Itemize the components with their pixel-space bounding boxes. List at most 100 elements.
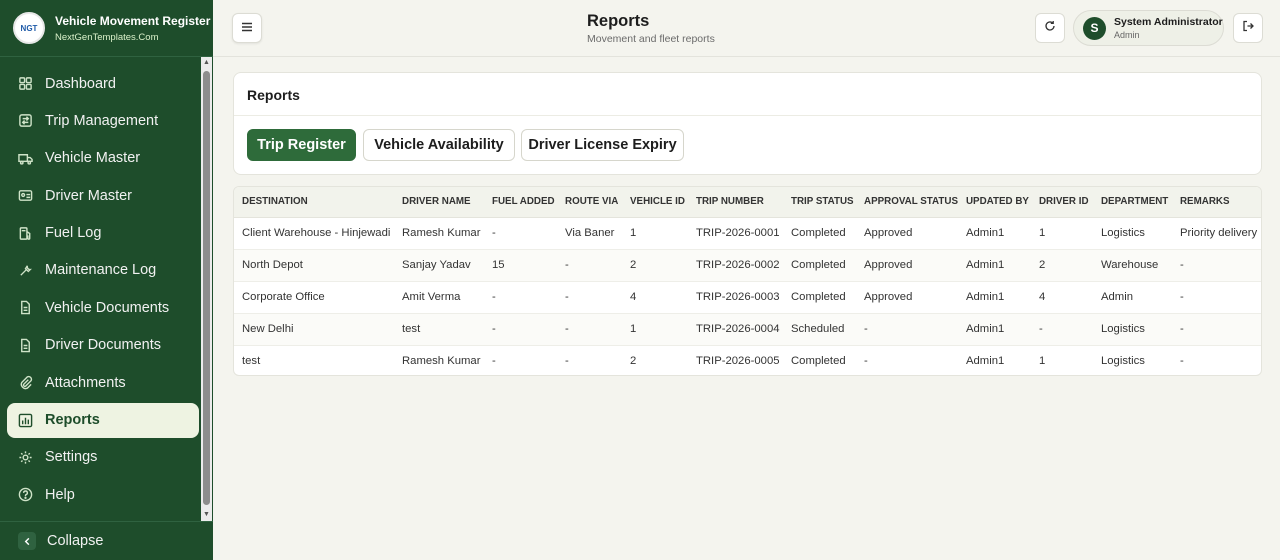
table-header-row: DESTINATION DRIVER NAME FUEL ADDED ROUTE VI… [234, 187, 1261, 218]
sidebar-item-attachments[interactable]: Attachments [7, 365, 199, 400]
scroll-down-arrow-icon[interactable]: ▼ [201, 509, 212, 521]
logout-button[interactable] [1233, 13, 1263, 43]
table-cell: 2 [1030, 249, 1093, 282]
sidebar-item-driver-master[interactable]: Driver Master [7, 178, 199, 213]
column-header[interactable]: TRIP STATUS [783, 187, 856, 218]
table-cell: 1 [1038, 355, 1046, 368]
table-row[interactable]: New Delhi test - -1 TRIP-2026-0004 Scheduled -… [234, 313, 1261, 346]
table-cell: 1 [622, 313, 688, 346]
sidebar-item-label: Reports [45, 412, 100, 429]
column-header[interactable]: UPDATED BY [957, 187, 1031, 218]
table-cell: test [394, 313, 484, 346]
user-role: Admin [1114, 30, 1140, 40]
table-cell: - [1171, 281, 1261, 314]
table-cell: - [565, 355, 569, 368]
table-row[interactable]: Client Warehouse - Hinjewadi Ramesh Kumar… [234, 217, 1261, 250]
table-cell: 15 [484, 249, 557, 282]
table-cell: Approved [856, 217, 958, 250]
table-row[interactable]: test Ramesh Kumar - -2 TRIP-2026-0005 Complet… [234, 345, 1261, 375]
table-cell: Warehouse [1092, 249, 1172, 282]
table-cell: Completed [783, 281, 856, 314]
refresh-icon [1044, 19, 1056, 37]
table-cell: 2 [622, 249, 688, 282]
gear-icon [17, 449, 34, 466]
column-header[interactable]: DRIVER ID [1030, 187, 1093, 218]
column-header[interactable]: DRIVER NAME [394, 187, 484, 218]
sidebar-item-fuel-log[interactable]: Fuel Log [7, 216, 199, 251]
table-cell: TRIP-2026-0001 [688, 217, 783, 250]
sidebar-item-vehicle-master[interactable]: Vehicle Master [7, 141, 199, 176]
table-cell: - [557, 281, 622, 314]
table-row[interactable]: North Depot Sanjay Yadav 15-2 TRIP-2026-000… [234, 249, 1261, 282]
sidebar-item-label: Attachments [45, 374, 126, 391]
tab-driver-license-expiry[interactable]: Driver License Expiry [521, 129, 684, 161]
table-cell: - [492, 355, 496, 368]
wrench-icon [17, 262, 34, 279]
table-cell: - [484, 281, 557, 314]
sidebar-item-vehicle-documents[interactable]: Vehicle Documents [7, 290, 199, 325]
sidebar-item-label: Maintenance Log [45, 262, 157, 279]
table-cell: Admin1 [965, 355, 1005, 368]
table-cell: Ramesh Kumar [394, 217, 484, 250]
menu-toggle-button[interactable] [232, 13, 262, 43]
column-header[interactable]: APPROVAL STATUS [856, 187, 958, 218]
table-cell: North Depot [234, 249, 394, 282]
table-cell: 4 [622, 281, 688, 314]
column-header[interactable]: REMARKS [1171, 187, 1261, 218]
document-icon [17, 337, 34, 354]
document-icon [17, 299, 34, 316]
collapse-label: Collapse [47, 533, 104, 549]
table-cell: TRIP-2026-0002 [688, 249, 783, 282]
table-row[interactable]: Corporate Office Amit Verma - -4 TRIP-2026-0… [234, 281, 1261, 314]
sidebar-item-settings[interactable]: Settings [7, 440, 199, 475]
id-card-icon [17, 187, 34, 204]
sidebar-scrollbar[interactable]: ▲ ▼ [201, 57, 212, 521]
logout-icon [1242, 19, 1254, 37]
scroll-thumb[interactable] [203, 71, 210, 505]
table-cell: 1 [1030, 217, 1093, 250]
help-icon [17, 486, 34, 503]
column-header[interactable]: FUEL ADDED [484, 187, 557, 218]
table-cell: - [1179, 355, 1184, 368]
table-cell: test [242, 355, 261, 368]
sidebar-item-label: Driver Master [45, 187, 133, 204]
sidebar-item-reports[interactable]: Reports [7, 402, 199, 438]
table-cell: Logistics [1092, 313, 1172, 346]
sidebar-item-trip-management[interactable]: Trip Management [7, 103, 199, 138]
refresh-button[interactable] [1035, 13, 1065, 43]
table-cell: Admin1 [957, 281, 1031, 314]
table-cell: - [864, 355, 868, 368]
table-cell: - [856, 313, 958, 346]
column-header[interactable]: TRIP NUMBER [688, 187, 783, 218]
sidebar-item-help[interactable]: Help [7, 477, 199, 512]
sidebar-item-maintenance-log[interactable]: Maintenance Log [7, 253, 199, 288]
tab-trip-register[interactable]: Trip Register [247, 129, 356, 161]
column-header[interactable]: VEHICLE ID [622, 187, 688, 218]
table-cell: Completed [783, 249, 856, 282]
sidebar-item-label: Settings [45, 449, 98, 466]
column-header[interactable]: DEPARTMENT [1092, 187, 1172, 218]
avatar: S [1083, 16, 1106, 40]
user-name: System Administrator [1114, 16, 1223, 28]
card-divider [234, 115, 1261, 116]
sidebar-nav: Dashboard Trip Management Vehicle Master… [7, 66, 199, 515]
reports-card: Reports Trip Register Vehicle Availabili… [233, 72, 1262, 175]
tab-vehicle-availability[interactable]: Vehicle Availability [363, 129, 515, 161]
table-cell: TRIP-2026-0003 [688, 281, 783, 314]
user-menu[interactable]: S System Administrator Admin [1073, 10, 1224, 46]
top-header: Reports Movement and fleet reports S Sys… [213, 0, 1280, 57]
collapse-button[interactable]: Collapse [0, 521, 213, 560]
table-cell: Approved [856, 249, 958, 282]
sidebar-item-driver-documents[interactable]: Driver Documents [7, 328, 199, 363]
sidebar-item-label: Help [45, 486, 75, 503]
column-header[interactable]: DESTINATION [234, 187, 394, 218]
sidebar-item-dashboard[interactable]: Dashboard [7, 66, 199, 101]
scroll-up-arrow-icon[interactable]: ▲ [201, 57, 212, 69]
table-cell: - [1030, 313, 1093, 346]
table-cell: Sanjay Yadav [394, 249, 484, 282]
table-cell: Client Warehouse - Hinjewadi [234, 217, 394, 250]
table-cell: Completed [783, 217, 856, 250]
sidebar-item-label: Vehicle Master [45, 150, 141, 167]
table-cell: Priority delivery [1171, 217, 1261, 250]
column-header[interactable]: ROUTE VIA [557, 187, 622, 218]
